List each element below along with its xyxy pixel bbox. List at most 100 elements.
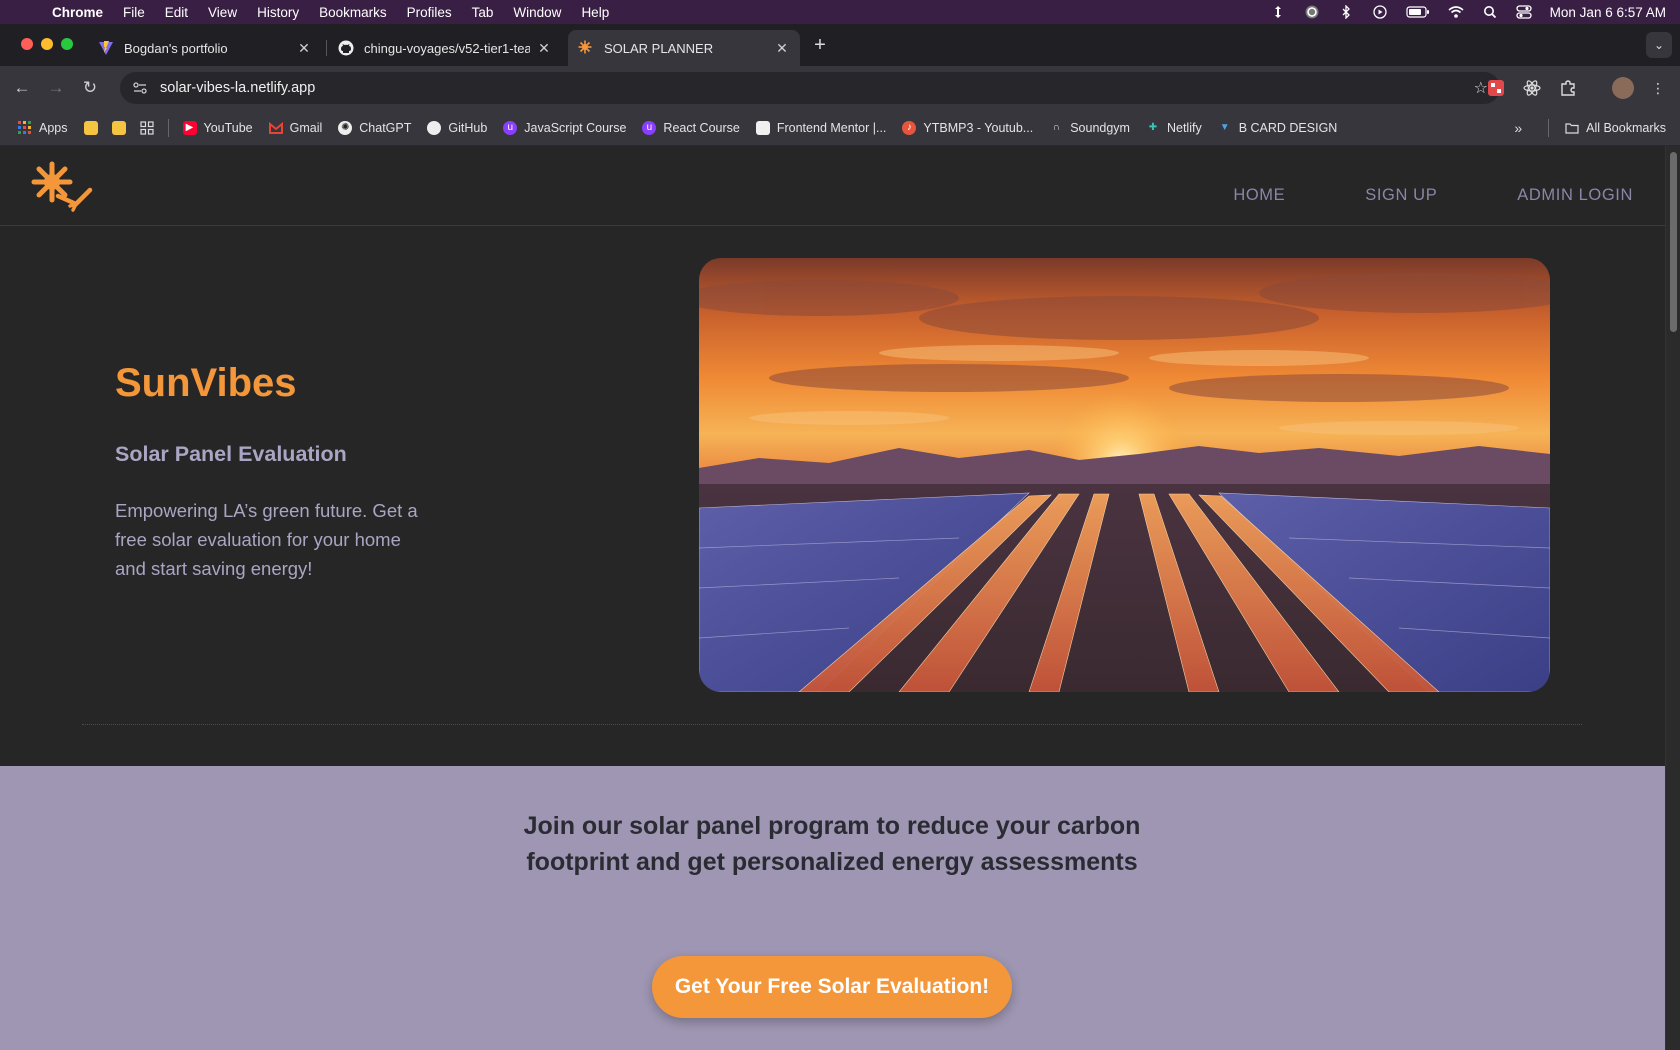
- menu-tab[interactable]: Tab: [462, 5, 504, 20]
- bookmark-all-bookmarks[interactable]: All Bookmarks: [1565, 121, 1666, 135]
- tab-github[interactable]: chingu-voyages/v52-tier1-tea ✕: [328, 30, 562, 66]
- site-header: HOME SIGN UP ADMIN LOGIN: [0, 146, 1665, 226]
- headphones-icon: ∩: [1052, 122, 1060, 133]
- extension-react-icon[interactable]: [1522, 78, 1542, 98]
- course-u-icon: u: [642, 120, 657, 135]
- menu-file[interactable]: File: [113, 5, 155, 20]
- back-arrow-icon[interactable]: ←: [5, 73, 39, 103]
- status-area: Mon Jan 6 6:57 AM: [1270, 4, 1680, 20]
- bookmark-netlify[interactable]: ✚ Netlify: [1146, 121, 1202, 135]
- play-circle-icon[interactable]: [1372, 5, 1388, 19]
- browser-tab-strip: Bogdan's portfolio ✕ chingu-voyages/v52-…: [0, 24, 1680, 66]
- bookmark-gmail[interactable]: Gmail: [268, 120, 323, 135]
- menu-clock[interactable]: Mon Jan 6 6:57 AM: [1550, 5, 1666, 20]
- tab-search-chevron-icon[interactable]: ⌄: [1646, 32, 1672, 58]
- netlify-icon: ✚: [1148, 122, 1158, 133]
- extension-red-icon[interactable]: [1486, 78, 1506, 98]
- section-divider: [82, 724, 1582, 725]
- ytbmp3-icon: ♪: [902, 120, 917, 135]
- window-close-button[interactable]: [21, 38, 33, 50]
- bookmark-soundgym[interactable]: ∩ Soundgym: [1049, 121, 1130, 135]
- cta-section: Join our solar panel program to reduce y…: [0, 766, 1665, 1050]
- hero-solar-farm-image: [699, 258, 1550, 692]
- bookmark-chatgpt[interactable]: ✺ ChatGPT: [338, 120, 411, 135]
- tab-title: chingu-voyages/v52-tier1-tea: [364, 40, 530, 56]
- tab-solar-planner[interactable]: SOLAR PLANNER ✕: [568, 30, 800, 66]
- menu-bookmarks[interactable]: Bookmarks: [309, 5, 397, 20]
- bookmark-b-card-design[interactable]: ▼ B CARD DESIGN: [1218, 121, 1338, 135]
- scrollbar-thumb[interactable]: [1670, 152, 1677, 332]
- bookmark-divider: [167, 118, 169, 137]
- free-evaluation-button[interactable]: Get Your Free Solar Evaluation!: [652, 956, 1012, 1018]
- bookmark-folder-yellow-2[interactable]: [111, 120, 126, 135]
- tab-title: Bogdan's portfolio: [124, 40, 228, 56]
- page-scrollbar[interactable]: [1665, 146, 1680, 1050]
- tab-portfolio[interactable]: Bogdan's portfolio ✕: [88, 30, 322, 66]
- cta-text: Join our solar panel program to reduce y…: [523, 812, 1141, 876]
- menu-help[interactable]: Help: [571, 5, 619, 20]
- bookmark-label: YTBMP3 - Youtub...: [923, 120, 1034, 135]
- menu-view[interactable]: View: [198, 5, 247, 20]
- bookmark-label: Soundgym: [1070, 120, 1130, 135]
- battery-icon[interactable]: [1406, 5, 1430, 19]
- apps-grid-icon: [18, 120, 32, 135]
- window-minimize-button[interactable]: [41, 38, 53, 50]
- bookmarks-right: » All Bookmarks: [1514, 118, 1680, 137]
- nav-admin-login-link[interactable]: ADMIN LOGIN: [1517, 186, 1633, 205]
- address-bar[interactable]: solar-vibes-la.netlify.app ☆: [120, 72, 1500, 104]
- folder-icon: [83, 120, 98, 135]
- extensions-puzzle-icon[interactable]: [1558, 78, 1578, 98]
- bookmark-label: Frontend Mentor |...: [776, 120, 887, 135]
- bookmark-frontend-mentor[interactable]: Frontend Mentor |...: [755, 120, 887, 135]
- bookmark-javascript-course[interactable]: u JavaScript Course: [503, 120, 626, 135]
- reload-icon[interactable]: ↻: [73, 73, 107, 103]
- arrows-updown-icon[interactable]: [1270, 5, 1286, 19]
- nav-home-link[interactable]: HOME: [1233, 186, 1285, 205]
- tab-close-icon[interactable]: ✕: [536, 40, 552, 57]
- bookmark-label: B CARD DESIGN: [1238, 120, 1338, 135]
- bookmark-divider: [1548, 118, 1550, 137]
- github-icon: [427, 120, 442, 135]
- spotlight-search-icon[interactable]: [1482, 5, 1498, 19]
- github-icon: [338, 40, 354, 56]
- hero-description: Empowering LA’s green future. Get a free…: [115, 500, 418, 579]
- tab-close-icon[interactable]: ✕: [296, 40, 312, 57]
- bookmarks-overflow-icon[interactable]: »: [1514, 120, 1522, 136]
- menu-edit[interactable]: Edit: [155, 5, 198, 20]
- chatgpt-icon: ✺: [338, 120, 353, 135]
- window-maximize-button[interactable]: [61, 38, 73, 50]
- sun-icon: [578, 40, 594, 56]
- sunvibes-logo-icon[interactable]: [30, 160, 94, 212]
- bluetooth-icon[interactable]: [1338, 4, 1354, 20]
- nav-sign-up-link[interactable]: SIGN UP: [1365, 186, 1437, 205]
- wifi-icon[interactable]: [1448, 5, 1464, 19]
- menu-app-chrome[interactable]: Chrome: [52, 5, 113, 20]
- bookmark-ytbmp3[interactable]: ♪ YTBMP3 - Youtub...: [902, 120, 1034, 135]
- browser-toolbar: ← → ↻ solar-vibes-la.netlify.app ☆ ⋮: [0, 66, 1680, 110]
- forward-arrow-icon[interactable]: →: [39, 73, 73, 103]
- bookmark-label: GitHub: [448, 120, 488, 135]
- chrome-menu-icon[interactable]: ⋮: [1648, 78, 1668, 98]
- bookmark-label: Apps: [39, 120, 68, 135]
- bookmark-folder-yellow-1[interactable]: [83, 120, 98, 135]
- new-tab-button[interactable]: +: [810, 34, 830, 57]
- profile-avatar[interactable]: [1612, 77, 1634, 99]
- control-center-icon[interactable]: [1516, 5, 1532, 19]
- screen-record-icon[interactable]: [1304, 5, 1320, 19]
- bookmark-label: Netlify: [1166, 120, 1202, 135]
- bookmark-youtube[interactable]: ▶ YouTube: [182, 120, 253, 135]
- bookmark-label: All Bookmarks: [1586, 120, 1666, 135]
- bookmark-grid[interactable]: [139, 120, 154, 135]
- bookmark-react-course[interactable]: u React Course: [642, 120, 740, 135]
- bookmark-github[interactable]: GitHub: [427, 120, 488, 135]
- bookmark-label: YouTube: [203, 120, 253, 135]
- menu-window[interactable]: Window: [503, 5, 571, 20]
- tab-close-icon[interactable]: ✕: [774, 40, 790, 57]
- url-text[interactable]: solar-vibes-la.netlify.app: [160, 80, 315, 96]
- bookmark-label: Gmail: [289, 120, 323, 135]
- menu-history[interactable]: History: [247, 5, 309, 20]
- bookmark-apps[interactable]: Apps: [18, 120, 68, 135]
- bookmark-label: React Course: [663, 120, 740, 135]
- site-settings-icon[interactable]: [132, 80, 148, 96]
- menu-profiles[interactable]: Profiles: [397, 5, 462, 20]
